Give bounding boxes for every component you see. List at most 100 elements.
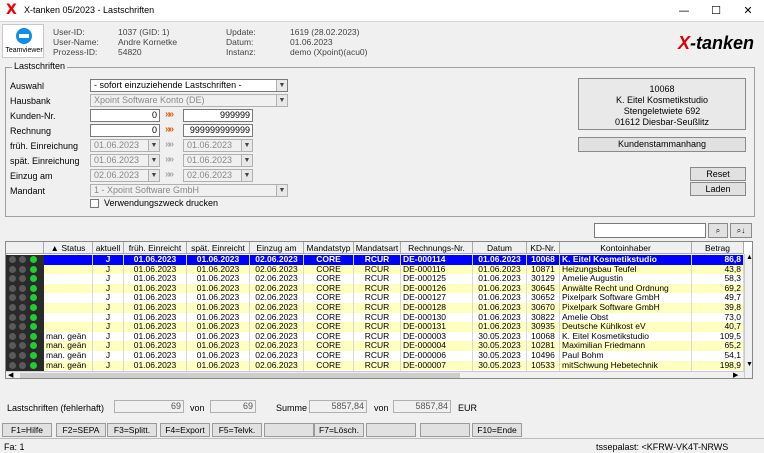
status-off-light-icon: [19, 275, 26, 283]
maximize-button[interactable]: ☐: [700, 0, 732, 22]
fkey-f4-button[interactable]: F4=Export: [160, 423, 210, 437]
table-cell: CORE: [304, 351, 354, 361]
scroll-down-icon[interactable]: ▼: [746, 361, 752, 368]
row-indicator: [6, 255, 44, 265]
column-header[interactable]: ▲ Status: [44, 242, 93, 254]
row-indicator: [6, 331, 44, 342]
column-header[interactable]: aktuell: [93, 242, 124, 254]
table-row[interactable]: J 01.06.2023 01.06.2023 02.06.2023 CORE RCUR D…: [44, 322, 752, 332]
frueh-einreichung-from[interactable]: 01.06.2023 ▼: [90, 139, 160, 152]
table-cell: 02.06.2023: [250, 303, 304, 313]
table-cell: J: [93, 303, 124, 313]
table-row[interactable]: man. geänJ01.06.202301.06.202302.06.2023…: [44, 351, 752, 361]
table-row[interactable]: J 01.06.2023 01.06.2023 02.06.2023 CORE RCUR D…: [44, 283, 752, 294]
table-row[interactable]: man. geänJ01.06.202301.06.202302.06.2023…: [44, 331, 752, 342]
table-row[interactable]: man. geänJ01.06.202301.06.202302.06.2023…: [44, 360, 752, 371]
status-off-light-icon: [19, 256, 26, 263]
scroll-right-icon[interactable]: ▶: [733, 372, 738, 378]
lastschriften-table[interactable]: ▲ Status aktuell früh. Einreicht spät. E…: [5, 241, 753, 379]
horizontal-scrollbar[interactable]: ◀ ▶: [6, 371, 744, 378]
table-cell: 01.06.2023: [124, 351, 187, 361]
minimize-button[interactable]: —: [668, 0, 700, 22]
column-header[interactable]: Datum: [473, 242, 527, 254]
column-header[interactable]: spät. Einreicht: [187, 242, 250, 254]
einzug-from[interactable]: 02.06.2023 ▼: [90, 169, 160, 182]
table-row[interactable]: J 01.06.2023 01.06.2023 02.06.2023 CORE RCUR D…: [44, 312, 752, 323]
table-cell: DE-000126: [401, 283, 473, 294]
table-row[interactable]: J 01.06.2023 01.06.2023 02.06.2023 CORE RCUR D…: [44, 293, 752, 303]
table-cell: DE-000116: [401, 264, 473, 275]
table-cell: J: [93, 322, 124, 332]
table-cell: DE-000004: [401, 341, 473, 351]
table-row[interactable]: J 01.06.2023 01.06.2023 02.06.2023 CORE RCUR D…: [44, 303, 752, 313]
column-header[interactable]: KD-Nr.: [527, 242, 560, 254]
address-line: Stengeletwiete 692: [623, 106, 701, 116]
search-next-icon[interactable]: ⌕↓: [730, 223, 752, 238]
table-cell: 01.06.2023: [124, 312, 187, 323]
fkey-empty-button[interactable]: [264, 423, 314, 437]
address-line: 01612 Diesbar-Seußlitz: [614, 117, 710, 127]
range-arrow-icon: »»: [165, 109, 174, 120]
column-header[interactable]: Betrag: [692, 242, 744, 254]
search-input[interactable]: [594, 223, 706, 238]
fkey-f5-button[interactable]: F5=Telvk.: [212, 423, 262, 437]
table-cell: 30129: [527, 274, 560, 284]
einzug-to[interactable]: 02.06.2023 ▼: [183, 169, 253, 182]
column-header[interactable]: Rechnungs-Nr.: [401, 242, 473, 254]
rechnung-from-input[interactable]: 0: [90, 124, 160, 137]
fkey-empty-button[interactable]: [420, 423, 470, 437]
table-cell: Maximilian Friedmann: [560, 341, 692, 351]
column-header[interactable]: Kontoinhaber: [560, 242, 692, 254]
table-cell: RCUR: [354, 331, 401, 342]
teamviewer-button[interactable]: Teamviewer: [2, 24, 44, 58]
table-cell: 65,2: [692, 341, 744, 351]
table-cell: RCUR: [354, 255, 401, 265]
fkey-f7-button[interactable]: F7=Lösch.: [314, 423, 364, 437]
table-cell: J: [93, 341, 124, 351]
laden-button[interactable]: Laden: [690, 182, 746, 196]
teamviewer-icon: [16, 28, 32, 44]
close-button[interactable]: ✕: [732, 0, 764, 22]
verwendungszweck-label: Verwendungszweck drucken: [104, 198, 219, 208]
scroll-thumb[interactable]: [20, 373, 460, 378]
auswahl-select[interactable]: - sofort einzuziehende Lastschriften - ▼: [90, 79, 288, 92]
column-header[interactable]: früh. Einreicht: [124, 242, 187, 254]
kundenstammanhang-button[interactable]: Kundenstammanhang: [578, 137, 746, 152]
fkey-f1-button[interactable]: F1=Hilfe: [2, 423, 52, 437]
mandant-select[interactable]: 1 - Xpoint Software GmbH ▼: [90, 184, 288, 197]
kunden-nr-to-input[interactable]: 999999: [183, 109, 253, 122]
column-header[interactable]: Mandatsart: [354, 242, 401, 254]
verwendungszweck-checkbox[interactable]: [90, 199, 99, 208]
table-row[interactable]: J 01.06.2023 01.06.2023 02.06.2023 CORE RCUR D…: [44, 255, 752, 265]
kunden-nr-from-input[interactable]: 0: [90, 109, 160, 122]
table-cell: CORE: [304, 274, 354, 284]
spaet-einreichung-from[interactable]: 01.06.2023 ▼: [90, 154, 160, 167]
table-cell: 01.06.2023: [124, 331, 187, 342]
search-icon[interactable]: ⌕: [708, 223, 728, 238]
hausbank-select[interactable]: Xpoint Software Konto (DE) ▼: [90, 94, 288, 107]
spaet-einreichung-to[interactable]: 01.06.2023 ▼: [183, 154, 253, 167]
fkey-f10-button[interactable]: F10=Ende: [472, 423, 522, 437]
column-header[interactable]: Einzug am: [250, 242, 304, 254]
table-cell: man. geän: [44, 351, 93, 361]
table-row[interactable]: J 01.06.2023 01.06.2023 02.06.2023 CORE RCUR D…: [44, 274, 752, 284]
table-cell: 01.06.2023: [124, 283, 187, 294]
rechnung-to-input[interactable]: 999999999999: [183, 124, 253, 137]
fkey-f2-button[interactable]: F2=SEPA: [56, 423, 106, 437]
reset-button[interactable]: Reset: [690, 167, 746, 181]
table-cell: DE-000125: [401, 274, 473, 284]
customer-address-button[interactable]: 10068 K. Eitel Kosmetikstudio Stengeletw…: [578, 78, 746, 130]
table-row[interactable]: man. geänJ01.06.202301.06.202302.06.2023…: [44, 341, 752, 351]
row-indicator: [6, 303, 44, 313]
table-cell: DE-000131: [401, 322, 473, 332]
fkey-f3-button[interactable]: F3=Splitt.: [107, 423, 157, 437]
address-line: 10068: [649, 84, 675, 94]
frueh-einreichung-to[interactable]: 01.06.2023 ▼: [183, 139, 253, 152]
datum-value: 01.06.2023: [290, 37, 333, 47]
table-row[interactable]: J 01.06.2023 01.06.2023 02.06.2023 CORE RCUR D…: [44, 264, 752, 275]
scroll-up-icon[interactable]: ▲: [746, 254, 752, 261]
column-header[interactable]: Mandatstyp: [304, 242, 354, 254]
scroll-left-icon[interactable]: ◀: [8, 372, 13, 378]
fkey-empty-button[interactable]: [366, 423, 416, 437]
vertical-scrollbar[interactable]: ▲ ▼: [744, 254, 752, 378]
